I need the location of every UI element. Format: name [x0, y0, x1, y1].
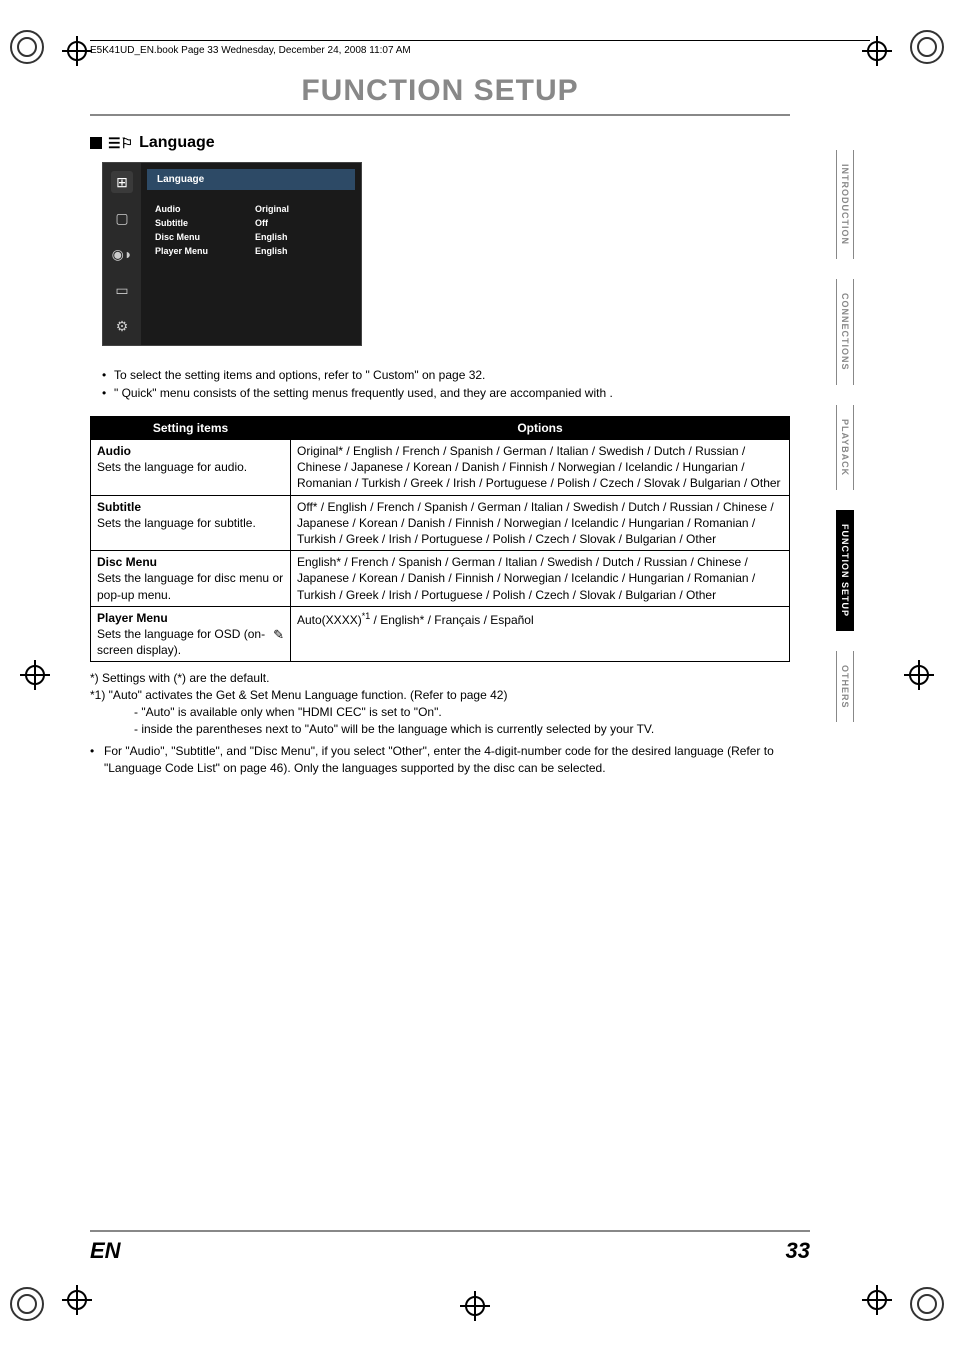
setting-desc: Sets the language for OSD (on-screen dis… [97, 626, 284, 658]
side-tab-function-setup: FUNCTION SETUP [836, 510, 854, 631]
side-tab-others: OTHERS [836, 651, 854, 723]
others-tab-icon: ⚙ [111, 315, 133, 337]
video-tab-icon: ▢ [111, 207, 133, 229]
th-setting-items: Setting items [91, 417, 291, 440]
section-heading-text: Language [139, 134, 215, 152]
setting-title: Subtitle [97, 499, 284, 515]
setting-options: English* / French / Spanish / German / I… [291, 551, 790, 607]
menu-row-label: Audio [155, 204, 255, 214]
registration-mark-icon [10, 30, 44, 64]
intro-notes: To select the setting items and options,… [102, 366, 870, 402]
setting-options: Off* / English / French / Spanish / Germ… [291, 495, 790, 551]
menu-row: Audio Original [141, 202, 361, 216]
options-suffix: / English* / Français / Español [370, 613, 533, 627]
crop-mark-icon [460, 1291, 490, 1321]
note-line: " Quick" menu consists of the setting me… [102, 384, 870, 402]
note-line: To select the setting items and options,… [102, 366, 870, 384]
side-tabs: INTRODUCTION CONNECTIONS PLAYBACK FUNCTI… [836, 150, 854, 722]
footer-lang: EN [90, 1238, 121, 1264]
crop-mark-icon [62, 36, 92, 66]
square-bullet-icon [90, 137, 102, 149]
language-tab-icon: ⊞ [111, 171, 133, 193]
setting-desc: Sets the language for disc menu or pop-u… [97, 570, 284, 602]
page-footer: EN 33 [90, 1230, 810, 1264]
side-tab-connections: CONNECTIONS [836, 279, 854, 385]
page-content: E5K41UD_EN.book Page 33 Wednesday, Decem… [90, 40, 870, 777]
crop-mark-icon [62, 1285, 92, 1315]
side-tab-introduction: INTRODUCTION [836, 150, 854, 259]
menu-screenshot: ⊞ ▢ ◉◗ ▭ ⚙ Language Audio Original Subti… [102, 162, 362, 346]
footnote-line: - "Auto" is available only when "HDMI CE… [90, 704, 790, 721]
crop-mark-icon [20, 660, 50, 690]
table-row: Player Menu ✎ Sets the language for OSD … [91, 606, 790, 662]
table-row: Audio Sets the language for audio. Origi… [91, 440, 790, 496]
footnote-line: For "Audio", "Subtitle", and "Disc Menu"… [90, 743, 790, 777]
footer-page-number: 33 [786, 1238, 810, 1264]
footnotes: *) Settings with (*) are the default. *1… [90, 670, 790, 777]
crop-mark-icon [862, 1285, 892, 1315]
footnote-line: *1) "Auto" activates the Get & Set Menu … [90, 687, 790, 704]
settings-table: Setting items Options Audio Sets the lan… [90, 416, 790, 662]
setting-title: Disc Menu [97, 554, 284, 570]
menu-row-value: English [255, 232, 288, 242]
setting-title: Player Menu [97, 610, 284, 626]
quick-icon: ✎ [273, 626, 284, 644]
side-tab-playback: PLAYBACK [836, 405, 854, 490]
table-row: Subtitle Sets the language for subtitle.… [91, 495, 790, 551]
parental-tab-icon: ▭ [111, 279, 133, 301]
registration-mark-icon [910, 1287, 944, 1321]
th-options: Options [291, 417, 790, 440]
footnote-line: *) Settings with (*) are the default. [90, 670, 790, 687]
page-title: FUNCTION SETUP [90, 74, 790, 116]
footnote-line: - inside the parentheses next to "Auto" … [90, 721, 790, 738]
menu-row-value: English [255, 246, 288, 256]
menu-row-value: Off [255, 218, 268, 228]
setting-options: Auto(XXXX)*1 / English* / Français / Esp… [291, 606, 790, 662]
menu-row-label: Player Menu [155, 246, 255, 256]
setting-title: Audio [97, 443, 284, 459]
menu-row-value: Original [255, 204, 289, 214]
menu-sidebar: ⊞ ▢ ◉◗ ▭ ⚙ [103, 163, 141, 345]
options-sup: *1 [362, 611, 371, 621]
menu-row-label: Disc Menu [155, 232, 255, 242]
menu-row: Subtitle Off [141, 216, 361, 230]
language-icon: ☰⚐ [108, 135, 133, 152]
book-info: E5K41UD_EN.book Page 33 Wednesday, Decem… [90, 45, 870, 56]
setting-options: Original* / English / French / Spanish /… [291, 440, 790, 496]
registration-mark-icon [10, 1287, 44, 1321]
menu-title: Language [147, 169, 355, 190]
table-row: Disc Menu Sets the language for disc men… [91, 551, 790, 607]
crop-mark-icon [904, 660, 934, 690]
setting-desc: Sets the language for audio. [97, 459, 284, 475]
section-heading: ☰⚐ Language [90, 134, 870, 152]
menu-row: Player Menu English [141, 244, 361, 258]
audio-tab-icon: ◉◗ [111, 243, 133, 265]
registration-mark-icon [910, 30, 944, 64]
setting-desc: Sets the language for subtitle. [97, 515, 284, 531]
menu-row-label: Subtitle [155, 218, 255, 228]
options-prefix: Auto(XXXX) [297, 613, 362, 627]
menu-row: Disc Menu English [141, 230, 361, 244]
